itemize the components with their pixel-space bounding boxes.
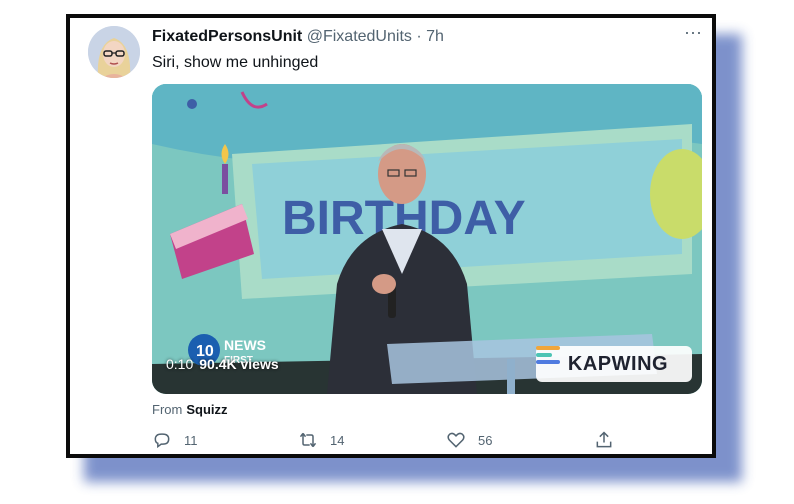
retweet-icon (299, 432, 317, 448)
video-player[interactable]: BIRTHDAY 10 NEWS FIRST 0:10 90.4K views … (152, 84, 702, 394)
source-attribution: From Squizz (152, 402, 228, 417)
tweet-time[interactable]: 7h (426, 28, 444, 45)
news-logo-text: NEWS (224, 337, 266, 353)
avatar[interactable] (88, 26, 140, 78)
separator-dot: · (416, 28, 422, 45)
reply-icon (154, 433, 170, 449)
share-icon (596, 431, 612, 448)
video-views: 90.4K views (199, 356, 279, 372)
display-name[interactable]: FixatedPersonsUnit (152, 28, 302, 45)
tweet-card: FixatedPersonsUnit @FixatedUnits · 7h ··… (66, 14, 716, 458)
retweet-button[interactable]: 14 (298, 430, 344, 450)
heart-icon (447, 432, 465, 448)
more-options-icon[interactable]: ··· (682, 23, 704, 44)
source-link[interactable]: Squizz (186, 402, 227, 417)
watermark-text: KAPWING (567, 352, 669, 375)
kapwing-logo-icon (536, 346, 560, 364)
video-meta: 0:10 90.4K views (166, 356, 279, 372)
video-timestamp: 0:10 (166, 356, 194, 372)
share-button[interactable] (594, 430, 626, 450)
retweet-count: 14 (330, 432, 345, 448)
reply-button[interactable]: 11 (152, 430, 198, 450)
like-button[interactable]: 56 (446, 430, 492, 450)
tweet-text: Siri, show me unhinged (152, 54, 319, 71)
user-handle[interactable]: @FixatedUnits (307, 28, 412, 45)
reply-count: 11 (184, 432, 198, 448)
tweet-header: FixatedPersonsUnit @FixatedUnits · 7h (152, 28, 444, 46)
like-count: 56 (478, 432, 493, 448)
action-bar: 11 14 56 (152, 430, 612, 454)
avatar-image (88, 26, 140, 78)
source-prefix: From (152, 402, 183, 417)
kapwing-watermark: KAPWING (536, 346, 692, 382)
